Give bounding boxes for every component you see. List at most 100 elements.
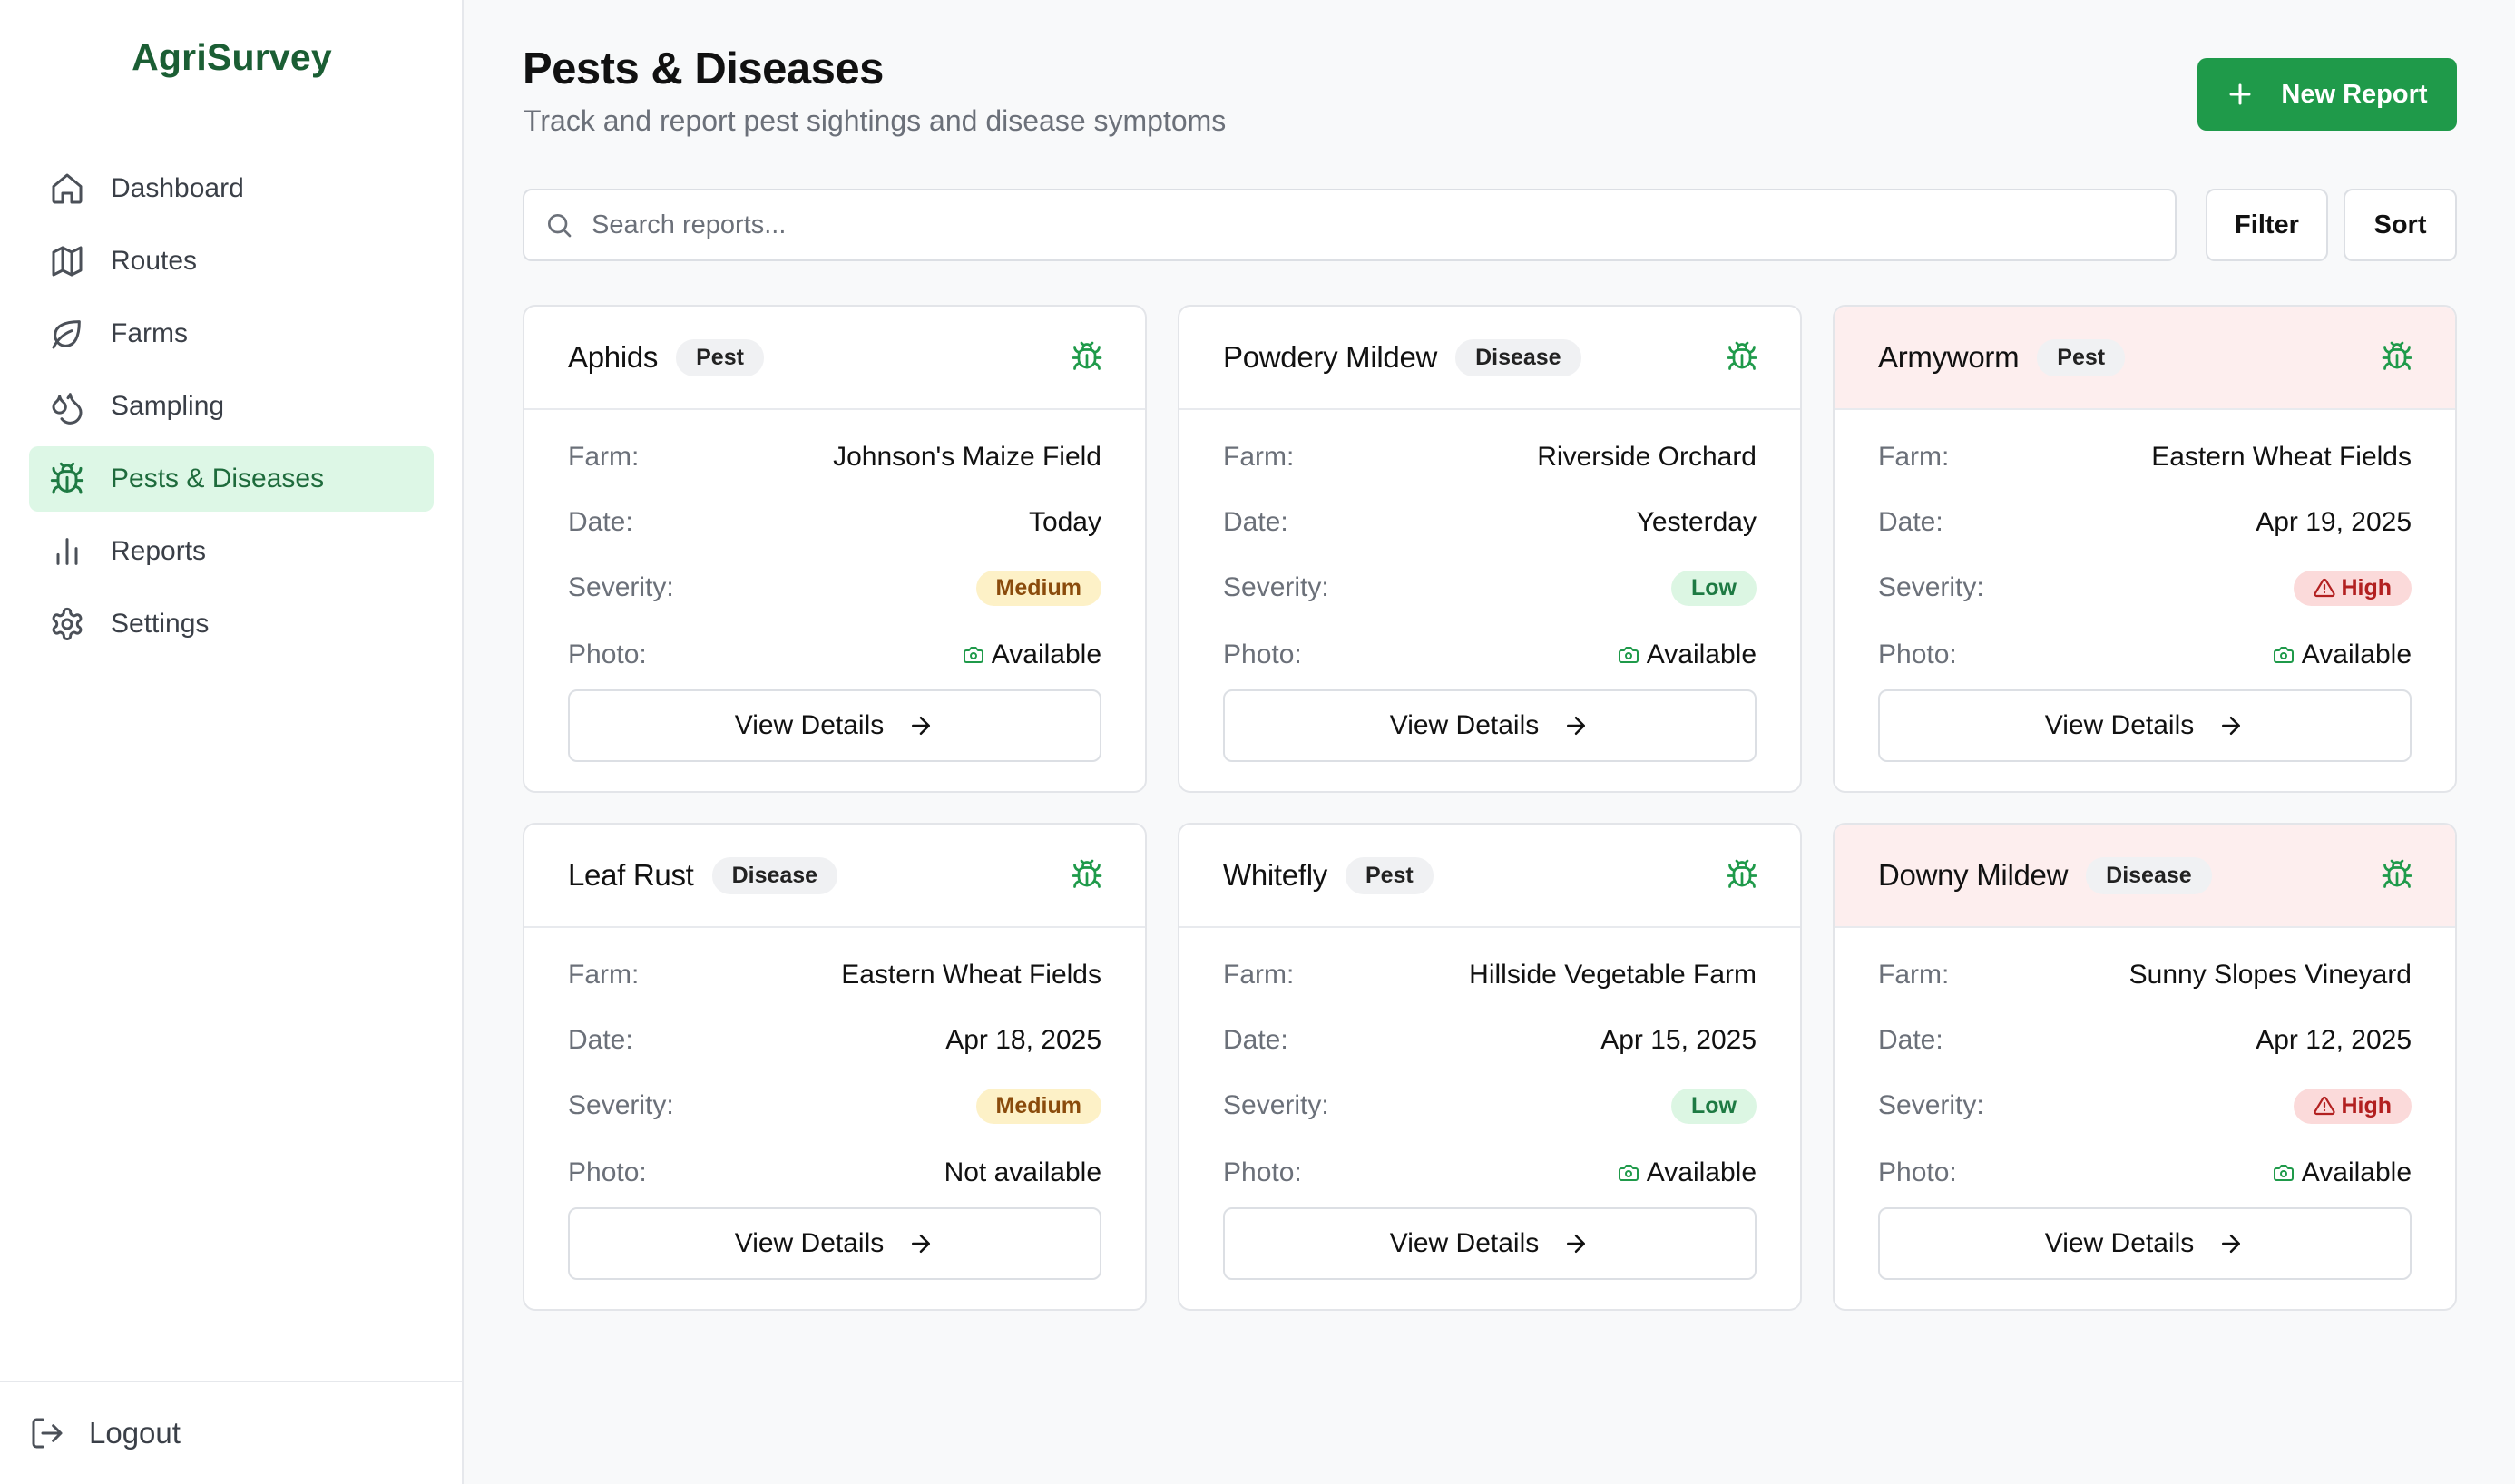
sidebar-nav: Dashboard Routes Farms Sampling Pests & … xyxy=(29,156,434,664)
photo-label: Photo: xyxy=(568,639,647,669)
bug-icon xyxy=(2381,340,2413,373)
view-details-button[interactable]: View Details xyxy=(568,1207,1101,1280)
page-title: Pests & Diseases xyxy=(523,44,884,93)
date-value: Apr 19, 2025 xyxy=(2256,507,2412,537)
arrow-right-icon xyxy=(907,1230,935,1257)
severity-row: Severity: Low xyxy=(1223,570,1757,606)
photo-status: Available xyxy=(2273,639,2412,670)
severity-label: Severity: xyxy=(1878,572,1984,602)
report-card: Armyworm Pest Farm: Eastern Wheat Fields Dat… xyxy=(1833,305,2457,793)
new-report-button[interactable]: New Report xyxy=(2197,58,2457,131)
farm-label: Farm: xyxy=(1878,960,1950,990)
camera-icon xyxy=(1618,644,1639,666)
bug-icon xyxy=(1071,858,1103,891)
report-type-badge: Pest xyxy=(1345,856,1434,894)
photo-label: Photo: xyxy=(1223,1157,1302,1187)
photo-label: Photo: xyxy=(1878,639,1957,669)
severity-row: Severity: High xyxy=(1878,1088,2412,1124)
report-card: Downy Mildew Disease Farm: Sunny Slopes Vin… xyxy=(1833,823,2457,1311)
severity-badge: Low xyxy=(1671,1088,1757,1124)
view-details-label: View Details xyxy=(2044,710,2195,740)
farm-value: Riverside Orchard xyxy=(1537,442,1757,472)
map-icon xyxy=(49,243,85,279)
sidebar-item-label: Pests & Diseases xyxy=(111,464,325,493)
leaf-icon xyxy=(49,316,85,352)
severity-label: Severity: xyxy=(568,1090,674,1120)
date-row: Date: Apr 18, 2025 xyxy=(568,1022,1101,1059)
view-details-label: View Details xyxy=(734,1228,885,1258)
view-details-button[interactable]: View Details xyxy=(1223,1207,1757,1280)
photo-row: Photo: Available xyxy=(1878,637,2412,673)
photo-value: Available xyxy=(1646,1157,1757,1187)
report-card-header: Aphids Pest xyxy=(524,307,1145,410)
sidebar-item-dashboard[interactable]: Dashboard xyxy=(29,156,434,221)
droplets-icon xyxy=(49,388,85,425)
photo-label: Photo: xyxy=(1223,639,1302,669)
farm-value: Sunny Slopes Vineyard xyxy=(2128,960,2412,990)
report-type-badge: Disease xyxy=(711,856,838,894)
report-type-badge: Pest xyxy=(2037,338,2126,376)
sidebar-item-label: Sampling xyxy=(111,391,225,421)
sidebar-item-reports[interactable]: Reports xyxy=(29,519,434,584)
farm-row: Farm: Riverside Orchard xyxy=(1223,439,1757,475)
date-value: Apr 18, 2025 xyxy=(945,1025,1101,1055)
photo-value: Available xyxy=(991,639,1101,669)
report-details: Farm: Sunny Slopes Vineyard Date: Apr 12, 2… xyxy=(1835,957,2455,1191)
camera-icon xyxy=(963,644,984,666)
severity-badge: Medium xyxy=(975,1088,1101,1124)
logout-button[interactable]: Logout xyxy=(29,1406,181,1460)
date-row: Date: Apr 15, 2025 xyxy=(1223,1022,1757,1059)
sidebar-item-sampling[interactable]: Sampling xyxy=(29,374,434,439)
filter-button[interactable]: Filter xyxy=(2206,189,2328,261)
view-details-button[interactable]: View Details xyxy=(1878,1207,2412,1280)
sidebar-item-settings[interactable]: Settings xyxy=(29,591,434,657)
report-type-badge: Disease xyxy=(1455,338,1581,376)
sidebar-item-label: Farms xyxy=(111,318,188,348)
photo-row: Photo: Available xyxy=(1223,1155,1757,1191)
brand-logo[interactable]: AgriSurvey xyxy=(0,36,464,79)
photo-value: Available xyxy=(2301,1157,2412,1187)
sidebar-item-label: Settings xyxy=(111,609,210,639)
farm-label: Farm: xyxy=(1223,442,1295,472)
search-icon xyxy=(544,210,573,239)
photo-status: Available xyxy=(1618,1157,1757,1188)
date-label: Date: xyxy=(1878,507,1943,537)
report-card-header: Whitefly Pest xyxy=(1179,825,1800,928)
severity-value: Medium xyxy=(995,1092,1081,1118)
sidebar-item-pests-diseases[interactable]: Pests & Diseases xyxy=(29,446,434,512)
photo-status: Available xyxy=(2273,1157,2412,1188)
logout-divider xyxy=(0,1381,462,1382)
view-details-button[interactable]: View Details xyxy=(1223,689,1757,762)
warning-icon xyxy=(2314,577,2335,599)
severity-badge: High xyxy=(2294,570,2412,606)
search-input[interactable] xyxy=(592,210,2134,240)
sidebar-item-farms[interactable]: Farms xyxy=(29,301,434,366)
report-details: Farm: Hillside Vegetable Farm Date: Apr 15,… xyxy=(1179,957,1800,1191)
report-title: Whitefly xyxy=(1223,858,1327,892)
arrow-right-icon xyxy=(2217,1230,2245,1257)
bar-chart-icon xyxy=(49,533,85,570)
photo-status: Available xyxy=(963,639,1101,670)
severity-value: Medium xyxy=(995,574,1081,600)
severity-label: Severity: xyxy=(568,572,674,602)
sidebar-item-routes[interactable]: Routes xyxy=(29,229,434,294)
date-row: Date: Apr 19, 2025 xyxy=(1878,504,2412,541)
date-label: Date: xyxy=(1223,1025,1288,1055)
view-details-button[interactable]: View Details xyxy=(568,689,1101,762)
report-title: Downy Mildew xyxy=(1878,858,2069,892)
photo-row: Photo: Not available xyxy=(568,1155,1101,1191)
view-details-button[interactable]: View Details xyxy=(1878,689,2412,762)
report-card: Aphids Pest Farm: Johnson's Maize Field Date… xyxy=(523,305,1147,793)
severity-badge: Low xyxy=(1671,570,1757,606)
view-details-label: View Details xyxy=(1389,1228,1540,1258)
sidebar-item-label: Dashboard xyxy=(111,173,244,203)
report-details: Farm: Eastern Wheat Fields Date: Apr 19, 20… xyxy=(1835,439,2455,673)
photo-row: Photo: Available xyxy=(1878,1155,2412,1191)
new-report-label: New Report xyxy=(2281,79,2428,109)
report-title: Leaf Rust xyxy=(568,858,694,892)
home-icon xyxy=(49,171,85,207)
sort-button[interactable]: Sort xyxy=(2344,189,2457,261)
photo-value: Available xyxy=(2301,639,2412,669)
report-title: Armyworm xyxy=(1878,340,2020,374)
severity-row: Severity: Low xyxy=(1223,1088,1757,1124)
